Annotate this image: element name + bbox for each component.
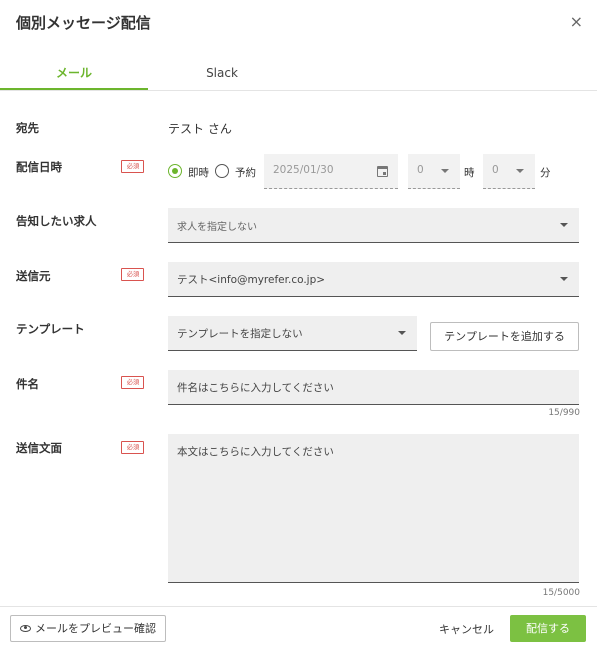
dialog-footer: メールをプレビュー確認 キャンセル 配信する [0,606,597,647]
chevron-down-icon [516,169,524,173]
cancel-button[interactable]: キャンセル [439,621,494,637]
required-badge: 必須 [121,160,144,173]
minute-value: 0 [492,164,499,176]
close-icon[interactable]: × [570,12,583,32]
job-placeholder: 求人を指定しない [177,222,257,233]
tab-bar: メール Slack [0,56,597,91]
subject-label: 件名 [16,377,39,391]
date-field[interactable]: 2025/01/30 [264,154,398,189]
subject-input[interactable]: 件名はこちらに入力してください [168,370,579,405]
radio-now-label: 即時 [188,167,209,179]
radio-now[interactable] [168,164,182,178]
send-button[interactable]: 配信する [510,615,586,642]
calendar-icon [377,166,388,177]
recipient-value: テスト さん [168,122,232,136]
job-select[interactable]: 求人を指定しない [168,208,579,243]
radio-reserve-label: 予約 [235,167,256,179]
date-placeholder: 2025/01/30 [273,164,334,176]
body-textarea[interactable]: 本文はこちらに入力してください [168,434,579,583]
chevron-down-icon [560,223,568,227]
required-badge: 必須 [121,268,144,281]
template-placeholder: テンプレートを指定しない [177,328,303,340]
subject-placeholder: 件名はこちらに入力してください [177,382,334,394]
eye-icon [20,624,31,632]
tab-slack[interactable]: Slack [148,56,296,90]
dialog-title: 個別メッセージ配信 [16,14,151,32]
body-placeholder: 本文はこちらに入力してください [177,446,334,458]
template-label: テンプレート [16,322,85,336]
chevron-down-icon [441,169,449,173]
body-label: 送信文面 [16,441,62,455]
add-template-button[interactable]: テンプレートを追加する [430,322,579,351]
required-badge: 必須 [121,441,144,454]
preview-button-label: メールをプレビュー確認 [35,622,156,635]
minute-unit: 分 [540,167,551,179]
tab-mail[interactable]: メール [0,56,148,90]
hour-select[interactable]: 0 [408,154,460,189]
job-label: 告知したい求人 [16,214,97,228]
subject-counter: 15/990 [548,408,580,418]
minute-select[interactable]: 0 [483,154,535,189]
sender-label: 送信元 [16,269,51,283]
recipient-label: 宛先 [16,121,39,135]
sender-value: テスト<info@myrefer.co.jp> [177,274,326,286]
sender-select[interactable]: テスト<info@myrefer.co.jp> [168,262,579,297]
body-counter: 15/5000 [542,588,580,598]
radio-reserve[interactable] [215,164,229,178]
hour-unit: 時 [464,167,475,179]
hour-value: 0 [417,164,424,176]
chevron-down-icon [398,331,406,335]
preview-button[interactable]: メールをプレビュー確認 [10,615,166,642]
schedule-label: 配信日時 [16,160,62,174]
message-dialog: 個別メッセージ配信 × メール Slack 宛先 テスト さん 配信日時 必須 … [0,0,597,647]
template-select[interactable]: テンプレートを指定しない [168,316,417,351]
required-badge: 必須 [121,376,144,389]
chevron-down-icon [560,277,568,281]
